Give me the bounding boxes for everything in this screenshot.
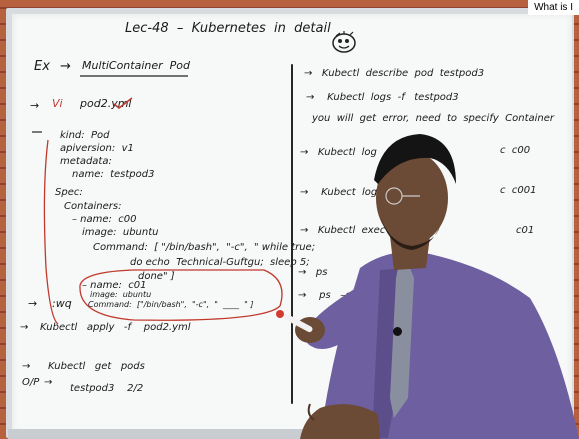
title-underline bbox=[80, 75, 188, 77]
vi-command: Vi bbox=[52, 97, 63, 110]
yaml-apiversion: apiversion: v1 bbox=[60, 143, 134, 154]
get-arrow: → bbox=[22, 361, 31, 372]
output-result: testpod3 2/2 bbox=[70, 383, 144, 394]
save-arrow: → bbox=[28, 297, 38, 310]
vi-arrow: → bbox=[30, 99, 40, 112]
example-arrow: → bbox=[60, 59, 71, 74]
yaml-container-c00-name: – name: c00 bbox=[72, 214, 137, 225]
yaml-pod-name: name: testpod3 bbox=[72, 169, 155, 180]
apply-arrow: → bbox=[20, 322, 29, 333]
board-header: Lec-48 – Kubernetes in detail bbox=[125, 21, 331, 36]
example-label: Ex bbox=[34, 59, 50, 74]
lapel-microphone-icon bbox=[393, 327, 402, 336]
presenter-figure bbox=[276, 134, 579, 439]
yaml-containers: Containers: bbox=[64, 201, 122, 212]
apply-command: Kubectl apply -f pod2.yml bbox=[40, 322, 191, 333]
yaml-container-c00-image: image: ubuntu bbox=[82, 227, 159, 238]
corner-caption: What is I bbox=[528, 0, 579, 15]
yaml-kind: kind: Pod bbox=[60, 130, 110, 141]
cmd-describe: → Kubectl describe pod testpod3 bbox=[304, 68, 485, 79]
yaml-metadata: metadata: bbox=[60, 156, 112, 167]
save-command: :wq bbox=[52, 297, 72, 310]
output-label: O/P bbox=[22, 377, 40, 388]
red-tick-mark bbox=[113, 97, 133, 109]
yaml-spec: Spec: bbox=[55, 187, 83, 198]
doodle-face-icon bbox=[332, 31, 356, 53]
cmd-logs: → Kubectl logs -f testpod3 bbox=[306, 92, 459, 103]
lecture-scene: Lec-48 – Kubernetes in detail Ex → Multi… bbox=[0, 0, 579, 439]
get-pods-command: Kubectl get pods bbox=[48, 361, 145, 372]
output-arrow: → bbox=[44, 377, 53, 388]
example-title: MultiContainer Pod bbox=[82, 59, 190, 72]
